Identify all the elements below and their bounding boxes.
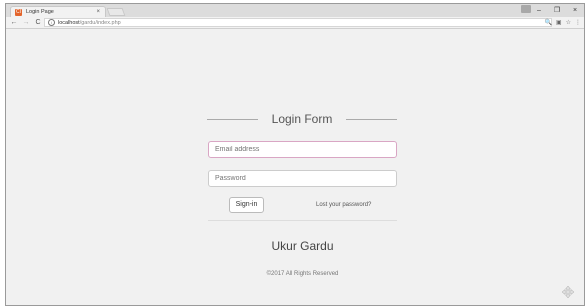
tab-title: Login Page bbox=[26, 9, 54, 15]
minimize-icon[interactable]: – bbox=[530, 4, 548, 17]
brand-name: Ukur Gardu bbox=[271, 239, 334, 253]
new-tab-button[interactable] bbox=[106, 8, 126, 16]
zoom-icon[interactable]: 🔍 bbox=[544, 19, 551, 26]
password-field[interactable] bbox=[208, 170, 397, 187]
url-text: localhost/gardu/index.php bbox=[58, 20, 121, 26]
info-icon[interactable]: i bbox=[48, 19, 55, 26]
browser-toolbar: ← → C i localhost/gardu/index.php 🔍 ▣ ☆ … bbox=[6, 17, 584, 29]
favicon-icon: CI bbox=[15, 8, 22, 16]
url-host: localhost bbox=[58, 19, 80, 26]
tab-login-page[interactable]: CI Login Page × bbox=[10, 6, 106, 17]
menu-icon[interactable]: ⋮ bbox=[575, 19, 581, 26]
back-icon[interactable]: ← bbox=[10, 19, 18, 26]
url-path: /gardu/index.php bbox=[79, 19, 121, 26]
reload-icon[interactable]: C bbox=[34, 19, 42, 26]
extension-icon[interactable]: ▣ bbox=[556, 19, 562, 26]
page-content: Login Form Sign-in Lost your password? U… bbox=[6, 29, 584, 305]
tab-close-icon[interactable]: × bbox=[96, 9, 100, 15]
maximize-icon[interactable]: ❐ bbox=[548, 4, 566, 17]
bookmark-star-icon[interactable]: ☆ bbox=[566, 19, 571, 26]
move-icon[interactable] bbox=[562, 286, 574, 298]
form-header: Login Form bbox=[207, 111, 398, 127]
copyright-text: ©2017 All Rights Reserved bbox=[266, 271, 339, 277]
signin-button[interactable]: Sign-in bbox=[229, 197, 264, 213]
divider bbox=[208, 220, 397, 221]
address-bar[interactable]: i localhost/gardu/index.php bbox=[44, 18, 552, 27]
close-window-icon[interactable]: × bbox=[566, 4, 584, 17]
forward-icon[interactable]: → bbox=[22, 19, 30, 26]
email-field[interactable] bbox=[208, 141, 397, 158]
title-rule-right bbox=[346, 118, 398, 120]
toolbar-actions: 🔍 ▣ ☆ ⋮ bbox=[540, 17, 581, 28]
lost-password-link[interactable]: Lost your password? bbox=[316, 202, 371, 208]
browser-window: CI Login Page × – ❐ × ← → C i localhost/… bbox=[5, 3, 585, 306]
tab-strip: CI Login Page × – ❐ × bbox=[6, 4, 584, 17]
window-controls: – ❐ × bbox=[530, 4, 584, 17]
page-title: Login Form bbox=[271, 112, 333, 126]
title-rule-left bbox=[207, 118, 258, 120]
